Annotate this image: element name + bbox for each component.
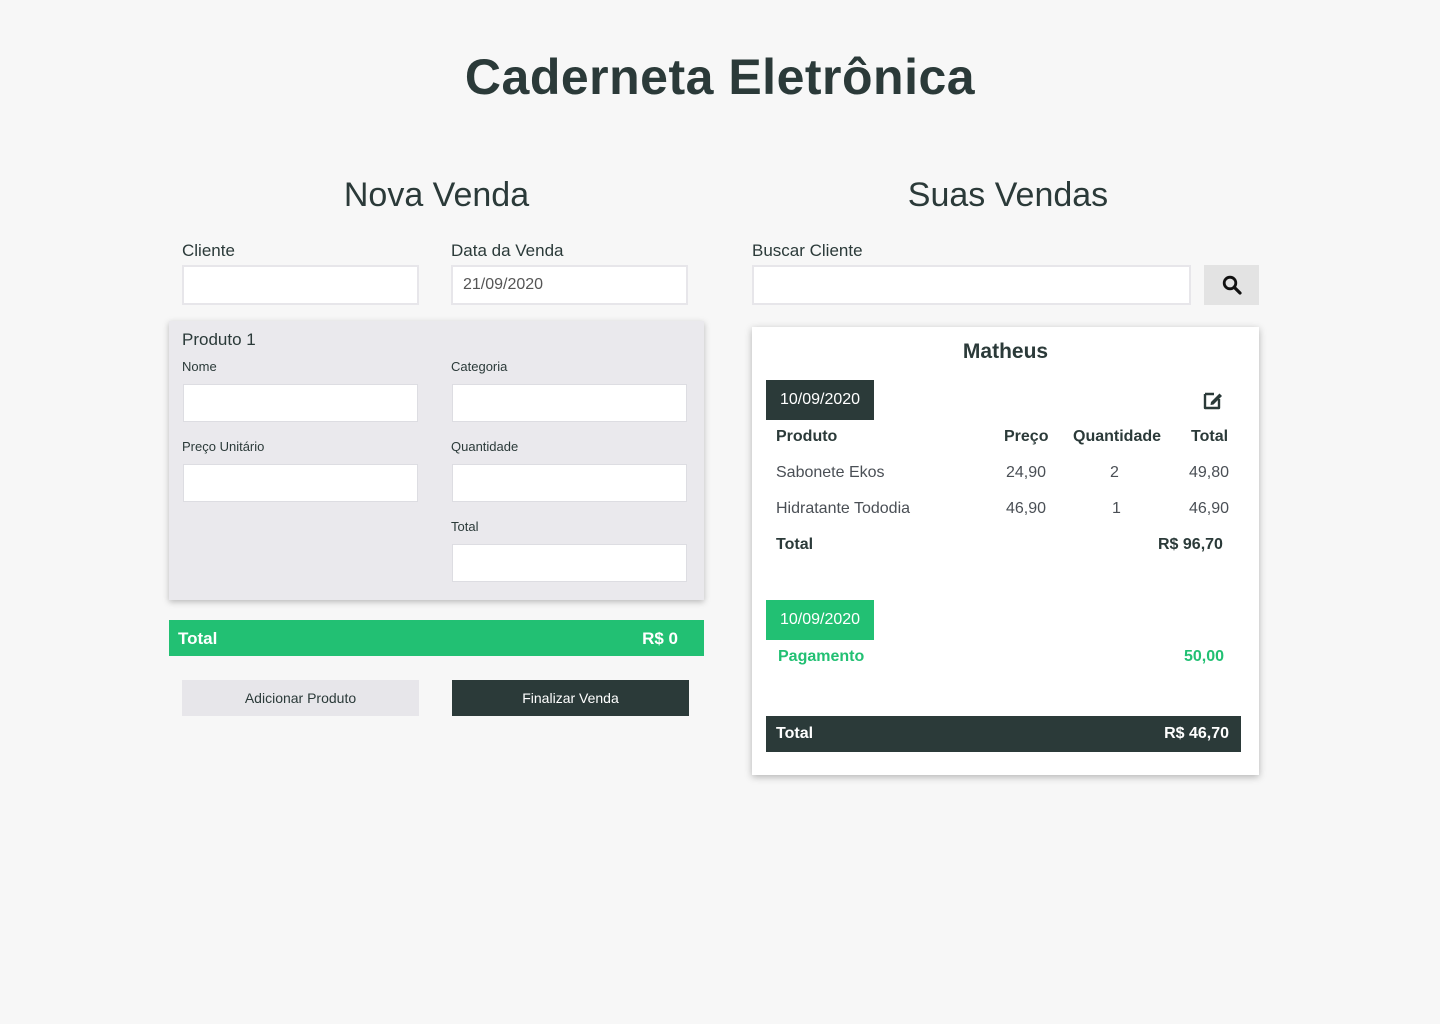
- sale-date-tag: 10/09/2020: [766, 380, 874, 420]
- data-venda-label: Data da Venda: [451, 241, 564, 260]
- payment-date-tag: 10/09/2020: [766, 600, 874, 640]
- finalizar-venda-button[interactable]: Finalizar Venda: [452, 680, 689, 716]
- produto-total-label: Total: [451, 519, 479, 534]
- client-name: Matheus: [962, 340, 1049, 363]
- col-quantidade: Quantidade: [1073, 428, 1162, 445]
- payment-label: Pagamento: [778, 648, 865, 665]
- data-venda-input[interactable]: [451, 265, 688, 305]
- preco-unitario-input[interactable]: [183, 464, 418, 502]
- edit-icon[interactable]: [1202, 389, 1224, 411]
- nova-venda-title: Nova Venda: [343, 176, 530, 214]
- page-title: Caderneta Eletrônica: [464, 49, 976, 105]
- nome-input[interactable]: [183, 384, 418, 422]
- row-produto: Sabonete Ekos: [776, 464, 885, 481]
- balance-label: Total: [776, 725, 814, 742]
- produto-total-input[interactable]: [452, 544, 687, 582]
- row-total: 49,80: [1189, 464, 1230, 481]
- cliente-label: Cliente: [182, 241, 235, 260]
- product-heading: Produto 1: [182, 330, 256, 349]
- adicionar-produto-button[interactable]: Adicionar Produto: [182, 680, 419, 716]
- nome-label: Nome: [182, 359, 217, 374]
- row-quantidade: 2: [1110, 464, 1119, 481]
- quantidade-label: Quantidade: [451, 439, 519, 454]
- buscar-cliente-input[interactable]: [752, 265, 1191, 305]
- row-quantidade: 1: [1112, 500, 1121, 517]
- total-value: R$ 0: [642, 629, 678, 648]
- col-total: Total: [1191, 428, 1229, 445]
- col-produto: Produto: [776, 428, 838, 445]
- payment-value: 50,00: [1184, 648, 1225, 665]
- row-preco: 46,90: [1006, 500, 1047, 517]
- sale-total-label: Total: [776, 536, 814, 553]
- buscar-cliente-label: Buscar Cliente: [752, 241, 863, 260]
- quantidade-input[interactable]: [452, 464, 687, 502]
- suas-vendas-title: Suas Vendas: [907, 176, 1109, 214]
- search-icon: [1222, 275, 1242, 295]
- row-produto: Hidratante Tododia: [776, 500, 911, 517]
- product-card: Produto 1 Nome Categoria Preço Unitário …: [169, 321, 704, 600]
- balance-bar: Total R$ 46,70: [766, 716, 1241, 752]
- sale-total-value: R$ 96,70: [1158, 536, 1223, 553]
- nova-venda-total-bar: Total R$ 0: [169, 620, 704, 656]
- col-preco: Preço: [1004, 428, 1049, 445]
- sales-card: Matheus 10/09/2020 Produto Preço Quantid…: [752, 327, 1259, 775]
- row-total: 46,90: [1189, 500, 1230, 517]
- categoria-input[interactable]: [452, 384, 687, 422]
- preco-unitario-label: Preço Unitário: [182, 439, 265, 454]
- row-preco: 24,90: [1006, 464, 1047, 481]
- balance-value: R$ 46,70: [1164, 725, 1229, 742]
- search-button[interactable]: [1204, 265, 1259, 305]
- categoria-label: Categoria: [451, 359, 508, 374]
- cliente-input[interactable]: [182, 265, 419, 305]
- total-label: Total: [178, 629, 218, 648]
